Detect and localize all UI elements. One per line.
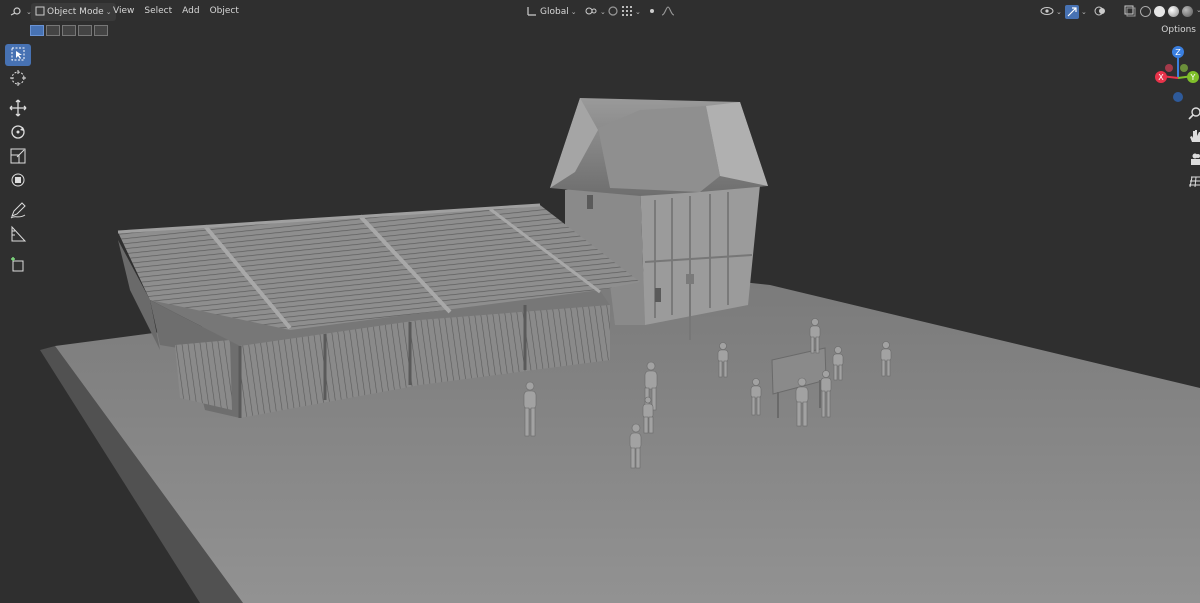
xray-toggle[interactable] (1120, 3, 1140, 21)
select-intersect-mode[interactable] (94, 25, 108, 36)
snap-target-selector[interactable]: ⌄ (617, 3, 645, 21)
zoom-magnifier-icon (1188, 106, 1200, 123)
gizmo-z-label: Z (1175, 48, 1181, 57)
orientation-icon (526, 5, 538, 20)
zoom-control[interactable] (1188, 104, 1200, 124)
header-menus: View Select Add Object (108, 6, 244, 16)
pan-control[interactable] (1188, 127, 1200, 147)
tool-shelf (5, 44, 33, 276)
cursor-tool[interactable] (5, 68, 31, 90)
select-new-mode[interactable] (30, 25, 44, 36)
mode-label: Object Mode (47, 7, 104, 17)
gizmo-neg-x-axis (1165, 64, 1173, 72)
eye-icon (1040, 6, 1054, 19)
solid-shading-icon[interactable] (1154, 6, 1165, 17)
scale-icon (9, 147, 27, 168)
wireframe-shading-icon[interactable] (1140, 6, 1151, 17)
orientation-selector[interactable]: Global ⌄ (522, 3, 581, 21)
proportional-edit-icon (647, 6, 657, 19)
annotate-pencil-icon (9, 201, 27, 222)
select-extend-mode[interactable] (46, 25, 60, 36)
rendered-shading-icon[interactable] (1182, 6, 1193, 17)
shading-modes: ⌄ (1140, 6, 1200, 17)
camera-view-control[interactable] (1188, 150, 1200, 170)
gizmo-selector[interactable]: ⌄ (1061, 3, 1091, 21)
selection-modes (30, 25, 108, 36)
move-tool[interactable] (5, 98, 31, 120)
perspective-toggle[interactable] (1188, 173, 1200, 193)
navigation-gizmo[interactable]: Z X Y (1148, 42, 1200, 106)
transform-tool[interactable] (5, 170, 31, 192)
chevron-down-icon[interactable]: ⌄ (1196, 6, 1200, 17)
menu-view[interactable]: View (108, 6, 139, 16)
mode-selector[interactable]: Object Mode ⌄ (31, 3, 116, 21)
xray-icon (1124, 5, 1136, 20)
options-button[interactable]: Options (1161, 25, 1196, 35)
annotate-tool[interactable] (5, 200, 31, 222)
orientation-label: Global (540, 7, 569, 17)
menu-object[interactable]: Object (205, 6, 244, 16)
navigation-controls (1188, 104, 1200, 193)
rotate-icon (9, 123, 27, 144)
overlay-icon (1094, 5, 1106, 20)
camera-icon (1188, 152, 1200, 169)
chevron-down-icon: ⌄ (635, 8, 641, 16)
menu-add[interactable]: Add (177, 6, 204, 16)
measure-ruler-icon (9, 225, 27, 246)
transform-icon (9, 171, 27, 192)
falloff-curve-icon (661, 5, 675, 20)
measure-tool[interactable] (5, 224, 31, 246)
select-box-icon (10, 46, 26, 65)
add-cube-icon (9, 255, 27, 276)
object-mode-icon (35, 6, 45, 19)
hand-icon (1188, 129, 1200, 146)
select-box-tool[interactable] (5, 44, 31, 66)
select-invert-mode[interactable] (78, 25, 92, 36)
gizmo-neg-y-axis (1180, 64, 1188, 72)
falloff-selector[interactable] (657, 3, 679, 21)
gizmo-y-label: Y (1190, 73, 1196, 82)
scale-tool[interactable] (5, 146, 31, 168)
cursor-icon (9, 69, 27, 90)
gizmo-neg-z-axis (1173, 92, 1183, 102)
select-subtract-mode[interactable] (62, 25, 76, 36)
3d-viewport[interactable]: ⌄ Object Mode ⌄ View Select Add Object G… (0, 0, 1200, 603)
snap-grid-icon (621, 5, 633, 20)
chevron-down-icon: ⌄ (570, 8, 577, 16)
add-cube-tool[interactable] (5, 254, 31, 276)
move-icon (9, 99, 27, 120)
rotate-tool[interactable] (5, 122, 31, 144)
viewport-header: ⌄ Object Mode ⌄ View Select Add Object G… (0, 0, 1200, 24)
menu-select[interactable]: Select (139, 6, 177, 16)
gizmo-icon (1065, 5, 1079, 19)
overlays-toggle[interactable] (1090, 3, 1110, 21)
gizmo-x-label: X (1158, 73, 1164, 82)
pivot-icon (584, 5, 598, 20)
chevron-down-icon: ⌄ (1081, 8, 1087, 16)
grid-perspective-icon (1188, 175, 1200, 192)
editor-type-icon (10, 5, 24, 20)
scene-render[interactable] (0, 0, 1200, 603)
material-shading-icon[interactable] (1168, 6, 1179, 17)
